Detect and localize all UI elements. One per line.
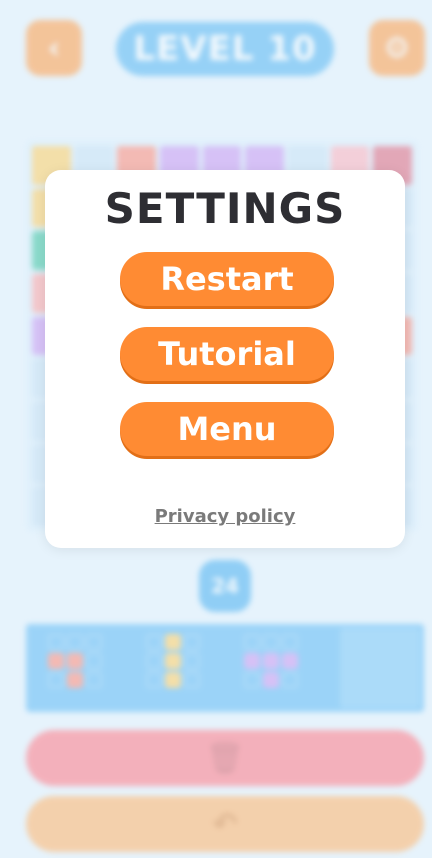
tray-piece[interactable] <box>146 634 200 688</box>
piece-cell <box>263 634 279 650</box>
piece-cell <box>263 653 279 669</box>
piece-cell <box>244 634 260 650</box>
piece-cell <box>86 672 102 688</box>
piece-cell <box>263 672 279 688</box>
piece-cell <box>282 672 298 688</box>
piece-cell <box>146 653 162 669</box>
settings-dialog: SETTINGS Restart Tutorial Menu Privacy p… <box>45 170 405 548</box>
piece-cell <box>67 634 83 650</box>
piece-cell <box>184 634 200 650</box>
tray-slot-empty <box>340 628 420 708</box>
privacy-policy-link[interactable]: Privacy policy <box>45 506 405 527</box>
piece-cell <box>184 653 200 669</box>
piece-cell <box>244 653 260 669</box>
piece-cell <box>86 634 102 650</box>
piece-cell <box>146 634 162 650</box>
piece-cell <box>86 653 102 669</box>
piece-cell <box>244 672 260 688</box>
piece-cell <box>282 634 298 650</box>
piece-cell <box>48 653 64 669</box>
piece-cell <box>48 634 64 650</box>
piece-cell <box>165 672 181 688</box>
piece-cell <box>184 672 200 688</box>
level-label: LEVEL 10 <box>133 29 317 69</box>
trash-icon: 🗑 <box>205 740 245 776</box>
piece-cell <box>67 653 83 669</box>
piece-tray[interactable] <box>26 624 424 712</box>
dialog-title: SETTINGS <box>104 184 346 233</box>
counter-value: 24 <box>211 574 239 598</box>
level-indicator: LEVEL 10 <box>116 22 334 76</box>
menu-button[interactable]: Menu <box>120 402 334 456</box>
chevron-left-icon: ‹ <box>47 30 61 66</box>
piece-cell <box>165 634 181 650</box>
undo-icon: ↶ <box>212 806 238 842</box>
tray-piece[interactable] <box>244 634 298 688</box>
tutorial-button[interactable]: Tutorial <box>120 327 334 381</box>
piece-cell <box>48 672 64 688</box>
piece-cell <box>165 653 181 669</box>
undo-button[interactable]: ↶ <box>26 796 424 852</box>
back-button[interactable]: ‹ <box>26 20 82 76</box>
settings-button[interactable]: ⚙ <box>369 20 425 76</box>
piece-cell <box>146 672 162 688</box>
moves-counter: 24 <box>199 560 251 612</box>
piece-cell <box>67 672 83 688</box>
restart-button[interactable]: Restart <box>120 252 334 306</box>
trash-button[interactable]: 🗑 <box>26 730 424 786</box>
piece-cell <box>282 653 298 669</box>
tray-piece[interactable] <box>48 634 102 688</box>
gear-icon: ⚙ <box>383 30 411 66</box>
